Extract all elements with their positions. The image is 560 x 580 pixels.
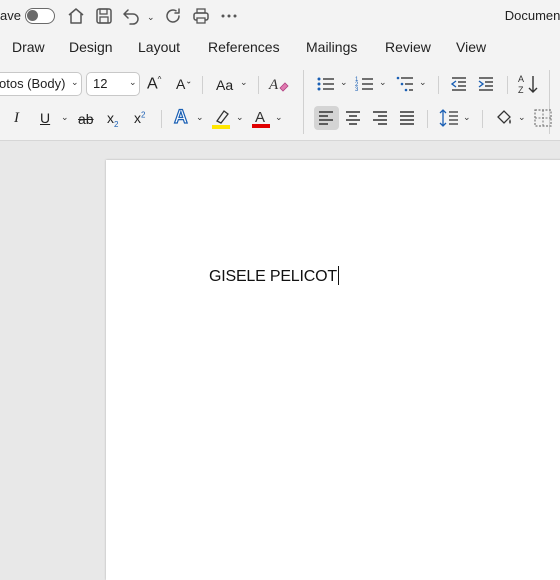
font-name-value: otos (Body): [0, 76, 66, 91]
separator: [161, 110, 162, 128]
separator: [507, 76, 508, 94]
numbering-chevron-icon[interactable]: ⌄: [379, 77, 387, 88]
svg-text:3: 3: [355, 87, 359, 93]
font-size-value: 12: [93, 76, 108, 91]
shrink-font-button[interactable]: A⌄: [176, 76, 192, 92]
align-left-icon[interactable]: [318, 110, 334, 131]
separator: [258, 76, 259, 94]
save-icon[interactable]: [94, 6, 114, 26]
multilevel-list-icon[interactable]: [395, 75, 415, 98]
font-name-select[interactable]: otos (Body): [0, 72, 82, 96]
line-spacing-chevron-icon[interactable]: ⌄: [463, 112, 471, 123]
autosave-toggle[interactable]: [25, 8, 55, 24]
font-color-chevron-icon[interactable]: ⌄: [275, 112, 283, 123]
svg-text:A: A: [518, 74, 524, 84]
decrease-indent-icon[interactable]: [450, 75, 468, 98]
borders-icon[interactable]: [534, 109, 552, 132]
tab-references[interactable]: References: [208, 39, 280, 55]
bullets-chevron-icon[interactable]: ⌄: [340, 77, 348, 88]
align-right-icon[interactable]: [372, 110, 388, 131]
separator: [438, 76, 439, 94]
superscript-button[interactable]: x2: [134, 110, 145, 126]
tab-mailings[interactable]: Mailings: [306, 39, 357, 55]
highlight-chevron-icon[interactable]: ⌄: [236, 112, 244, 123]
underline-button[interactable]: U: [40, 110, 50, 126]
tab-layout[interactable]: Layout: [138, 39, 180, 55]
highlight-icon[interactable]: [212, 108, 232, 135]
shading-icon[interactable]: [494, 108, 514, 133]
separator: [202, 76, 203, 94]
italic-button[interactable]: I: [14, 110, 19, 127]
undo-dropdown-chevron-icon[interactable]: ⌄: [147, 12, 155, 23]
document-page[interactable]: GISELE PELICOT: [106, 160, 560, 580]
tab-draw[interactable]: Draw: [12, 39, 45, 55]
align-center-icon[interactable]: [345, 110, 361, 131]
numbering-icon[interactable]: 123: [355, 75, 375, 98]
subscript-button[interactable]: x2: [107, 110, 118, 129]
underline-chevron-icon[interactable]: ⌄: [61, 112, 69, 123]
sort-icon[interactable]: AZ: [518, 73, 540, 100]
more-options-icon[interactable]: [219, 6, 239, 26]
undo-icon[interactable]: [121, 6, 141, 26]
change-case-button[interactable]: Aa: [216, 77, 233, 93]
clear-formatting-icon[interactable]: A: [268, 74, 290, 99]
document-body-text[interactable]: GISELE PELICOT: [209, 266, 339, 286]
redo-icon[interactable]: [163, 6, 183, 26]
shading-chevron-icon[interactable]: ⌄: [518, 112, 526, 123]
justify-icon[interactable]: [399, 110, 415, 131]
text-cursor: [337, 266, 339, 285]
document-text-line: GISELE PELICOT: [209, 268, 337, 285]
home-ribbon: otos (Body) ⌄ 12 ⌄ A^ A⌄ Aa ⌄ A ⌄ 123 ⌄ …: [0, 64, 560, 141]
font-size-chevron-icon[interactable]: ⌄: [129, 77, 137, 88]
multilevel-list-chevron-icon[interactable]: ⌄: [419, 77, 427, 88]
font-color-icon[interactable]: A: [252, 107, 272, 134]
svg-text:A: A: [255, 109, 265, 126]
line-spacing-icon[interactable]: [439, 108, 459, 133]
tab-review[interactable]: Review: [385, 39, 431, 55]
change-case-chevron-icon[interactable]: ⌄: [240, 77, 248, 88]
separator: [427, 110, 428, 128]
increase-indent-icon[interactable]: [477, 75, 495, 98]
print-icon[interactable]: [191, 6, 211, 26]
svg-text:Z: Z: [518, 85, 524, 95]
font-name-chevron-icon[interactable]: ⌄: [71, 77, 79, 88]
strikethrough-button[interactable]: ab: [78, 111, 94, 127]
svg-text:A: A: [268, 77, 279, 93]
home-icon[interactable]: [66, 6, 86, 26]
text-effects-button[interactable]: A: [173, 106, 188, 129]
group-separator: [303, 70, 304, 134]
bullets-icon[interactable]: [316, 75, 336, 98]
tab-view[interactable]: View: [456, 39, 486, 55]
separator: [482, 110, 483, 128]
text-effects-chevron-icon[interactable]: ⌄: [196, 112, 204, 123]
title-bar: ave ⌄ Document: [0, 0, 560, 32]
grow-font-button[interactable]: A^: [147, 75, 161, 93]
tab-design[interactable]: Design: [69, 39, 113, 55]
document-title: Document: [504, 8, 560, 23]
ribbon-tabs: Draw Design Layout References Mailings R…: [0, 32, 560, 64]
autosave-label: ave: [0, 8, 21, 23]
